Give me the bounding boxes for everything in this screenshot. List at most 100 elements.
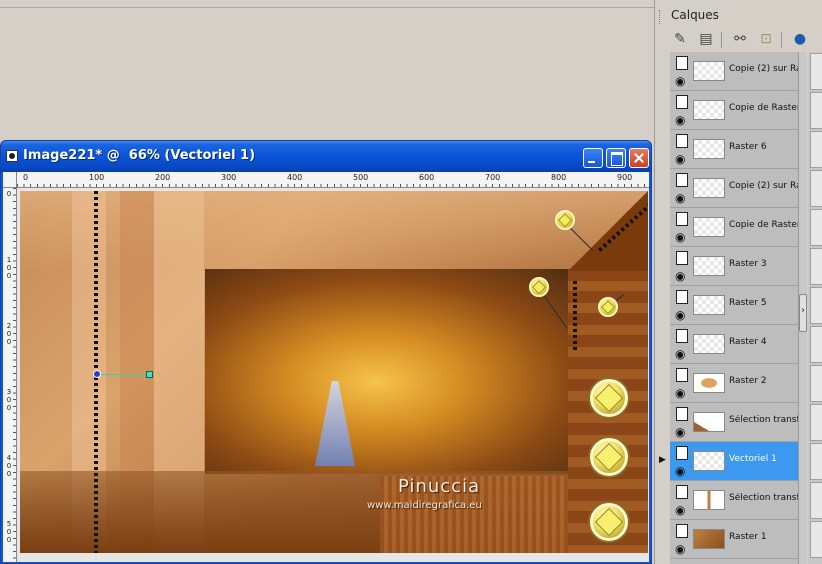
- layer-row[interactable]: ◉ Copie de Raster: [670, 208, 798, 247]
- layer-name[interactable]: Sélection transformée: [729, 415, 798, 425]
- layer-opacity-cell[interactable]: [810, 404, 822, 441]
- layer-opacity-cell[interactable]: [810, 53, 822, 90]
- layer-group-icon[interactable]: [676, 56, 688, 70]
- layer-visibility[interactable]: ◉: [674, 132, 690, 166]
- layer-visibility[interactable]: ◉: [674, 483, 690, 517]
- layer-group-icon[interactable]: [676, 446, 688, 460]
- layer-list-scrollbar[interactable]: [798, 52, 807, 564]
- layer-opacity-cell[interactable]: [810, 92, 822, 129]
- layer-row[interactable]: ◉ Sélection transformée: [670, 403, 798, 442]
- layer-visibility[interactable]: ◉: [674, 249, 690, 283]
- eye-icon[interactable]: ◉: [675, 503, 685, 517]
- layer-name[interactable]: Copie de Raster: [729, 220, 798, 230]
- layer-row[interactable]: ◉ Raster 1: [670, 520, 798, 559]
- scrollbar-thumb[interactable]: [799, 294, 807, 332]
- layer-name[interactable]: Raster 4: [729, 337, 798, 347]
- vector-handle-line[interactable]: [97, 374, 150, 375]
- eye-icon[interactable]: ◉: [675, 269, 685, 283]
- layer-visibility[interactable]: ◉: [674, 171, 690, 205]
- layer-group-icon[interactable]: [676, 95, 688, 109]
- layer-name[interactable]: Copie (2) sur Raster: [729, 64, 798, 74]
- eye-icon[interactable]: ◉: [675, 464, 685, 478]
- layer-properties-icon[interactable]: ●: [791, 30, 809, 48]
- eye-icon[interactable]: ◉: [675, 191, 685, 205]
- layer-row[interactable]: ◉ Sélection transformée: [670, 481, 798, 520]
- vector-dashed-line[interactable]: [573, 281, 577, 351]
- image-window-titlebar[interactable]: Image221* @ 66% (Vectoriel 1): [1, 141, 651, 172]
- layer-opacity-cell[interactable]: [810, 365, 822, 402]
- eye-icon[interactable]: ◉: [675, 542, 685, 556]
- layer-visibility[interactable]: ◉: [674, 210, 690, 244]
- layer-row[interactable]: ◉ Raster 2: [670, 364, 798, 403]
- horizontal-ruler[interactable]: 0 100 200 300 400 500 600 700 800 900: [17, 172, 649, 188]
- new-mask-layer-icon[interactable]: ▤: [697, 30, 715, 48]
- layer-name[interactable]: Raster 1: [729, 532, 798, 542]
- layer-opacity-cell[interactable]: [810, 131, 822, 168]
- image-window[interactable]: Image221* @ 66% (Vectoriel 1) 0 100 200 300…: [0, 140, 652, 564]
- layer-visibility[interactable]: ◉: [674, 327, 690, 361]
- layer-name[interactable]: Raster 3: [729, 259, 798, 269]
- layer-row[interactable]: ◉ Raster 3: [670, 247, 798, 286]
- layer-group-icon[interactable]: [676, 212, 688, 226]
- layer-row[interactable]: ◉ Raster 6: [670, 130, 798, 169]
- layer-name[interactable]: Sélection transformée: [729, 493, 798, 503]
- layer-group-icon[interactable]: [676, 251, 688, 265]
- minimize-button[interactable]: [583, 148, 603, 168]
- vector-node-handle[interactable]: [93, 370, 101, 378]
- layer-group-icon[interactable]: [676, 485, 688, 499]
- layer-name[interactable]: Copie de Raster: [729, 103, 798, 113]
- layer-visibility[interactable]: ◉: [674, 54, 690, 88]
- layer-name[interactable]: Vectoriel 1: [729, 454, 798, 464]
- image-canvas[interactable]: Pinuccia www.maidiregrafica.eu: [20, 191, 648, 553]
- lock-layer-icon[interactable]: ⊡: [757, 30, 775, 48]
- layer-row[interactable]: ◉ Vectoriel 1: [670, 442, 798, 481]
- layer-name[interactable]: Raster 5: [729, 298, 798, 308]
- layer-group-icon[interactable]: [676, 290, 688, 304]
- layer-row[interactable]: ◉ Copie (2) sur Raster: [670, 52, 798, 91]
- link-layers-icon[interactable]: ⚯: [731, 30, 749, 48]
- panel-grip[interactable]: [659, 10, 663, 24]
- layer-opacity-cell[interactable]: [810, 521, 822, 558]
- close-button[interactable]: [629, 148, 649, 168]
- camera-icon[interactable]: [6, 150, 18, 162]
- eye-icon[interactable]: ◉: [675, 425, 685, 439]
- layer-row[interactable]: ◉ Raster 4: [670, 325, 798, 364]
- eye-icon[interactable]: ◉: [675, 347, 685, 361]
- layer-opacity-cell[interactable]: [810, 326, 822, 363]
- layer-group-icon[interactable]: [676, 368, 688, 382]
- layer-visibility[interactable]: ◉: [674, 444, 690, 478]
- layer-opacity-cell[interactable]: [810, 170, 822, 207]
- new-raster-layer-icon[interactable]: ✎: [671, 30, 689, 48]
- eye-icon[interactable]: ◉: [675, 308, 685, 322]
- layer-name[interactable]: Raster 2: [729, 376, 798, 386]
- layer-row[interactable]: ◉ Raster 5: [670, 286, 798, 325]
- layer-opacity-cell[interactable]: [810, 443, 822, 480]
- layer-group-icon[interactable]: [676, 134, 688, 148]
- maximize-button[interactable]: [606, 148, 626, 168]
- layer-visibility[interactable]: ◉: [674, 288, 690, 322]
- layer-group-icon[interactable]: [676, 407, 688, 421]
- eye-icon[interactable]: ◉: [675, 74, 685, 88]
- vector-control-handle[interactable]: [146, 371, 153, 378]
- eye-icon[interactable]: ◉: [675, 113, 685, 127]
- layer-opacity-cell[interactable]: [810, 287, 822, 324]
- layer-visibility[interactable]: ◉: [674, 522, 690, 556]
- eye-icon[interactable]: ◉: [675, 230, 685, 244]
- layer-opacity-cell[interactable]: [810, 209, 822, 246]
- layer-visibility[interactable]: ◉: [674, 366, 690, 400]
- layer-opacity-cell[interactable]: [810, 482, 822, 519]
- layer-opacity-cell[interactable]: [810, 248, 822, 285]
- vertical-ruler[interactable]: 0 1 0 0 2 0 0 3 0 0 4 0 0 5 0 0: [3, 188, 17, 562]
- eye-icon[interactable]: ◉: [675, 152, 685, 166]
- layer-name[interactable]: Copie (2) sur Raster: [729, 181, 798, 191]
- layer-group-icon[interactable]: [676, 329, 688, 343]
- layer-row[interactable]: ◉ Copie (2) sur Raster: [670, 169, 798, 208]
- eye-icon[interactable]: ◉: [675, 386, 685, 400]
- layer-visibility[interactable]: ◉: [674, 405, 690, 439]
- layer-group-icon[interactable]: [676, 524, 688, 538]
- layer-row[interactable]: ◉ Copie de Raster: [670, 91, 798, 130]
- layer-group-icon[interactable]: [676, 173, 688, 187]
- ornament-big-ball: [590, 438, 628, 476]
- layer-visibility[interactable]: ◉: [674, 93, 690, 127]
- layer-name[interactable]: Raster 6: [729, 142, 798, 152]
